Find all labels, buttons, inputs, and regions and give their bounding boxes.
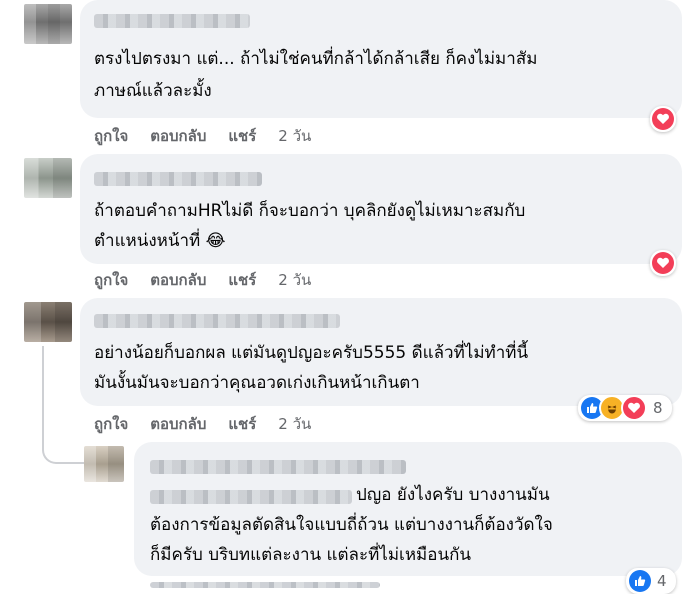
comment-text: ถ้าตอบคำถามHRไม่ดี ก็จะบอกว่า บุคลิกยังด… <box>94 201 526 221</box>
comment-text: ปญอ ยังไงครับ บางงานมัน <box>356 485 550 505</box>
reaction-summary[interactable] <box>650 106 676 132</box>
reply-link[interactable]: ตอบกลับ <box>150 124 206 148</box>
share-link[interactable]: แชร์ <box>228 124 256 148</box>
thread-connector <box>42 346 84 464</box>
commenter-name[interactable] <box>150 460 406 474</box>
commenter-name[interactable] <box>94 314 340 328</box>
comment-text: มันงั้นมันจะบอกว่าคุณอวดเก่งเกินหน้าเกิน… <box>94 373 420 393</box>
comment-bubble: ถ้าตอบคำถามHRไม่ดี ก็จะบอกว่า บุคลิกยังด… <box>80 154 682 264</box>
reply-link[interactable]: ตอบกลับ <box>150 268 206 292</box>
avatar[interactable] <box>24 158 72 198</box>
heart-icon <box>652 108 674 130</box>
reaction-summary[interactable]: 8 <box>578 395 672 421</box>
comment-bubble: ตรงไปตรงมา แต่... ถ้าไม่ใช่คนที่กล้าได้ก… <box>80 0 682 118</box>
comment-text: ภาษณ์แล้วละมั้ง <box>94 81 212 101</box>
reply-actions <box>150 582 380 588</box>
timestamp[interactable]: 2 วัน <box>278 124 311 148</box>
comment-actions: ถูกใจ ตอบกลับ แชร์ 2 วัน <box>94 412 311 436</box>
commenter-name[interactable] <box>94 172 262 186</box>
share-link[interactable]: แชร์ <box>228 268 256 292</box>
comment-actions: ถูกใจ ตอบกลับ แชร์ 2 วัน <box>94 268 311 292</box>
mentioned-name[interactable] <box>150 490 352 504</box>
comment-text: ตรงไปตรงมา แต่... ถ้าไม่ใช่คนที่กล้าได้ก… <box>94 49 538 69</box>
reaction-count: 8 <box>653 399 663 417</box>
heart-icon <box>621 395 647 421</box>
comment-text: อย่างน้อยก็บอกผล แต่มันดูปญอะครับ5555 ดี… <box>94 343 529 363</box>
like-icon <box>629 570 651 592</box>
reaction-count: 4 <box>657 572 667 590</box>
avatar[interactable] <box>24 4 72 44</box>
comment-actions: ถูกใจ ตอบกลับ แชร์ 2 วัน <box>94 124 311 148</box>
heart-icon <box>652 252 674 274</box>
timestamp[interactable]: 2 วัน <box>278 412 311 436</box>
share-link[interactable]: แชร์ <box>228 412 256 436</box>
comment-text: ต้องการข้อมูลตัดสินใจแบบถี่ถ้วน แต่บางงา… <box>150 515 553 535</box>
like-link[interactable]: ถูกใจ <box>94 124 128 148</box>
reply-bubble: ปญอ ยังไงครับ บางงานมัน ต้องการข้อมูลตัด… <box>134 442 682 576</box>
like-link[interactable]: ถูกใจ <box>94 268 128 292</box>
commenter-name[interactable] <box>94 14 250 28</box>
avatar[interactable] <box>84 446 124 482</box>
reply-link[interactable]: ตอบกลับ <box>150 412 206 436</box>
avatar[interactable] <box>24 302 72 342</box>
comment-bubble: อย่างน้อยก็บอกผล แต่มันดูปญอะครับ5555 ดี… <box>80 298 682 406</box>
reaction-summary[interactable] <box>650 250 676 276</box>
comment-text: ตำแหน่งหน้าที่ 😂 <box>94 231 226 251</box>
timestamp[interactable]: 2 วัน <box>278 268 311 292</box>
reaction-summary[interactable]: 4 <box>626 568 676 594</box>
comment-text: ก็มีครับ บริบทแต่ละงาน แต่ละที่ไม่เหมือน… <box>150 545 472 565</box>
like-link[interactable]: ถูกใจ <box>94 412 128 436</box>
